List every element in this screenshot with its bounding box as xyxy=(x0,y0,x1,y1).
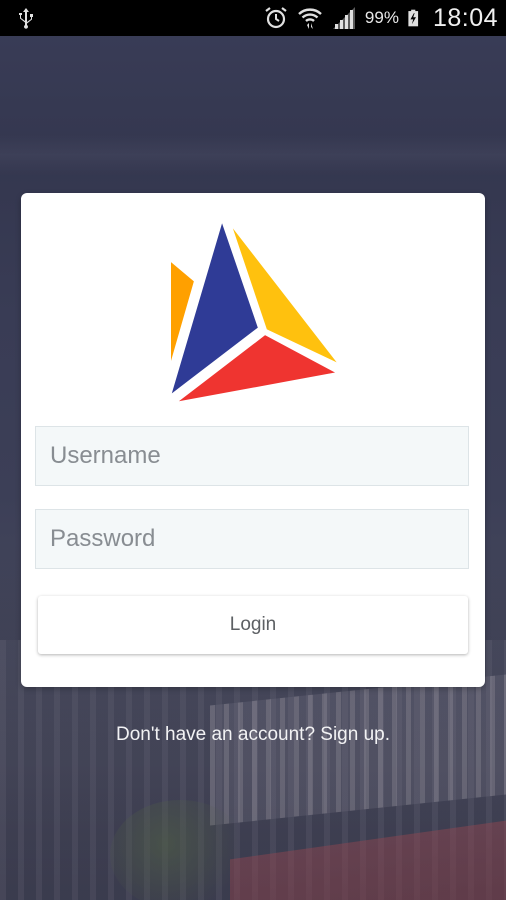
login-card: Login xyxy=(21,193,485,687)
alarm-icon xyxy=(265,7,287,29)
username-input[interactable] xyxy=(36,427,468,485)
background-tree xyxy=(110,800,250,900)
triangle-logo-icon xyxy=(169,219,341,404)
password-field[interactable] xyxy=(35,509,469,569)
status-bar: 99% 18:04 xyxy=(0,0,506,36)
username-field[interactable] xyxy=(35,426,469,486)
signal-icon xyxy=(332,7,355,29)
usb-icon xyxy=(19,8,33,29)
status-icons: 99% 18:04 xyxy=(263,0,498,36)
background-skyline xyxy=(0,135,506,175)
battery-percent: 99% xyxy=(364,8,399,27)
login-button[interactable]: Login xyxy=(38,596,468,654)
clock-time: 18:04 xyxy=(432,3,498,32)
signup-link[interactable]: Don't have an account? Sign up. xyxy=(0,724,506,746)
login-screen: 99% 18:04 Login Don't have xyxy=(0,0,506,900)
battery-charging-icon xyxy=(408,9,419,27)
password-input[interactable] xyxy=(36,510,468,568)
wifi-icon xyxy=(298,8,322,29)
